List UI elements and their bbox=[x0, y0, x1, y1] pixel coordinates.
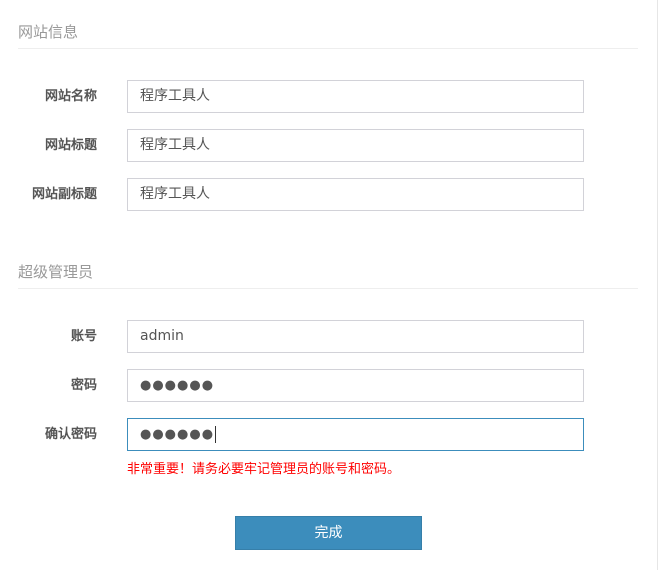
confirm-password-input[interactable]: ●●●●●● bbox=[127, 418, 584, 451]
site-subtitle-label: 网站副标题 bbox=[31, 187, 97, 202]
password-input[interactable]: ●●●●●● bbox=[127, 369, 584, 402]
divider bbox=[18, 48, 638, 49]
account-label: 账号 bbox=[70, 329, 97, 344]
right-border bbox=[657, 0, 658, 570]
warning-text: 非常重要！请务必要牢记管理员的账号和密码。 bbox=[127, 462, 401, 477]
password-label: 密码 bbox=[70, 378, 97, 393]
section-title-site-info: 网站信息 bbox=[18, 23, 79, 41]
site-title-label: 网站标题 bbox=[44, 138, 97, 153]
confirm-password-label: 确认密码 bbox=[44, 427, 97, 442]
submit-button[interactable]: 完成 bbox=[235, 516, 422, 550]
site-name-label: 网站名称 bbox=[44, 89, 97, 104]
section-title-admin: 超级管理员 bbox=[18, 263, 94, 281]
site-name-input[interactable]: 程序工具人 bbox=[127, 80, 584, 113]
site-subtitle-input[interactable]: 程序工具人 bbox=[127, 178, 584, 211]
text-caret bbox=[215, 426, 217, 443]
account-input[interactable]: admin bbox=[127, 320, 584, 353]
confirm-password-value: ●●●●●● bbox=[140, 427, 215, 442]
site-title-input[interactable]: 程序工具人 bbox=[127, 129, 584, 162]
divider bbox=[18, 288, 638, 289]
